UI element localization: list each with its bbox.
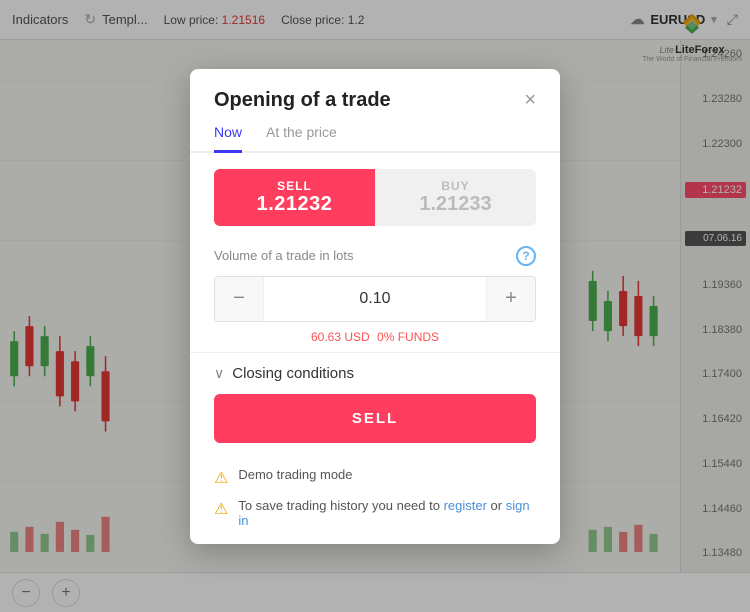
close-button[interactable]: × [524,90,536,110]
warning-icon-1: ⚠ [214,468,228,488]
buy-label: BUY [375,179,536,193]
help-button[interactable]: ? [516,246,536,266]
funds-usd: 60.63 USD [311,330,370,344]
modal-overlay: Opening of a trade × Now At the price SE… [0,0,750,612]
sell-price: 1.21232 [214,193,375,216]
demo-notice-text: Demo trading mode [238,467,352,482]
sell-label: SELL [214,179,375,193]
price-buttons: SELL 1.21232 BUY 1.21233 [214,169,536,226]
history-notice: ⚠ To save trading history you need to re… [214,498,536,528]
closing-conditions-label: Closing conditions [232,365,354,382]
sell-price-button[interactable]: SELL 1.21232 [214,169,375,226]
tab-at-price[interactable]: At the price [266,124,337,153]
history-notice-text: To save trading history you need to regi… [238,498,536,528]
decrease-volume-button[interactable]: − [215,277,263,321]
tab-now[interactable]: Now [214,124,242,153]
register-link[interactable]: register [444,498,487,513]
modal-title: Opening of a trade [214,89,391,112]
modal-header: Opening of a trade × [190,69,560,124]
trade-modal: Opening of a trade × Now At the price SE… [190,69,560,544]
volume-value: 0.10 [263,277,487,321]
volume-control: − 0.10 + [214,276,536,322]
increase-volume-button[interactable]: + [487,277,535,321]
volume-label-row: Volume of a trade in lots ? [214,246,536,266]
funds-info: 60.63 USD 0% FUNDS [214,330,536,344]
chevron-down-icon: ∨ [214,365,224,382]
volume-label: Volume of a trade in lots [214,248,353,263]
notices-section: ⚠ Demo trading mode ⚠ To save trading hi… [190,459,560,544]
modal-tabs: Now At the price [190,124,560,153]
volume-section: Volume of a trade in lots ? − 0.10 + 60.… [190,226,560,352]
demo-notice: ⚠ Demo trading mode [214,467,536,488]
funds-percent: 0% FUNDS [377,330,439,344]
warning-icon-2: ⚠ [214,499,228,519]
buy-price: 1.21233 [375,193,536,216]
buy-price-button[interactable]: BUY 1.21233 [375,169,536,226]
sell-action-button[interactable]: SELL [214,394,536,443]
closing-conditions-row[interactable]: ∨ Closing conditions [190,352,560,394]
